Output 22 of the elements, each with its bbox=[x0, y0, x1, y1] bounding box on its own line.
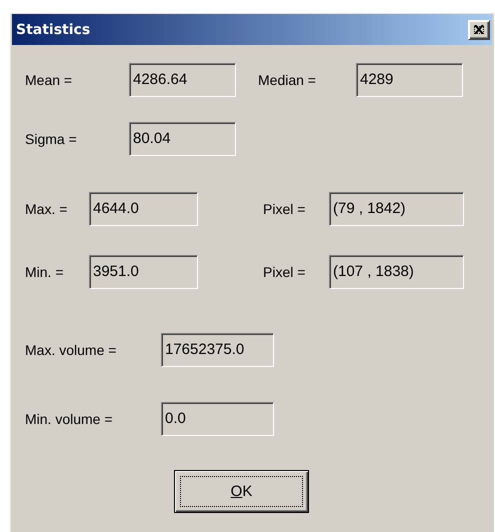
value-field: 3951.0 bbox=[89, 255, 198, 289]
window-title: Statistics bbox=[16, 22, 90, 38]
field-label: Min. volume = bbox=[25, 411, 114, 427]
value-field: 4286.64 bbox=[129, 63, 236, 97]
field-label: Mean = bbox=[25, 72, 74, 88]
field-label: Pixel = bbox=[263, 201, 306, 217]
field-label: Max. volume = bbox=[25, 342, 118, 358]
field-label: Min. = bbox=[25, 264, 65, 280]
field-label: Max. = bbox=[25, 201, 68, 217]
close-icon bbox=[474, 25, 484, 34]
value-field: 0.0 bbox=[161, 402, 274, 436]
value-field: 80.04 bbox=[129, 122, 236, 156]
ok-button[interactable]: OK bbox=[174, 470, 309, 513]
value-field: 17652375.0 bbox=[161, 333, 274, 367]
value-field: (79 , 1842) bbox=[329, 192, 464, 226]
close-button[interactable] bbox=[468, 20, 490, 40]
field-label: Pixel = bbox=[263, 264, 306, 280]
field-label: Median = bbox=[258, 72, 317, 88]
value-field: 4644.0 bbox=[89, 192, 198, 226]
value-field: 4289 bbox=[356, 63, 463, 97]
field-label: Sigma = bbox=[25, 131, 78, 147]
value-field: (107 , 1838) bbox=[329, 255, 464, 289]
